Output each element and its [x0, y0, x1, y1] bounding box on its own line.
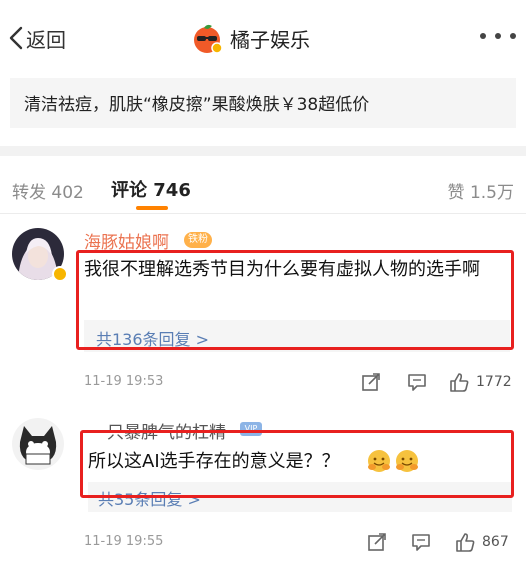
share-button[interactable]	[360, 370, 382, 394]
highlight-box	[76, 250, 514, 350]
tab-reposts[interactable]: 转发 402	[12, 178, 84, 203]
fan-badge-icon: 铁粉	[184, 232, 212, 248]
comment-icon	[408, 374, 426, 391]
tabs-divider	[0, 213, 526, 214]
share-icon	[362, 373, 380, 391]
thumbs-up-icon	[450, 373, 469, 392]
promo-text: 清洁祛痘，肌肤“橡皮擦”果酸焕肤￥38超低价	[24, 95, 370, 115]
like-count: 867	[482, 534, 509, 550]
share-icon	[368, 533, 386, 551]
thumbs-up-icon	[456, 533, 475, 552]
promo-card[interactable]: 清洁祛痘，肌肤“橡皮擦”果酸焕肤￥38超低价	[10, 78, 516, 128]
more-button[interactable]	[480, 26, 516, 46]
verified-badge-icon	[52, 266, 68, 282]
comment-button[interactable]	[410, 530, 432, 554]
page-title: 橘子娱乐	[230, 27, 310, 52]
avatar[interactable]	[12, 418, 64, 470]
comment-time: 11-19 19:53	[84, 374, 164, 389]
active-tab-indicator	[136, 206, 168, 210]
comment-button[interactable]	[406, 370, 428, 394]
user-avatar-image	[12, 418, 64, 470]
comment-time: 11-19 19:55	[84, 534, 164, 549]
back-label: 返回	[26, 27, 66, 52]
tab-bar: 转发 402 评论 746 赞 1.5万	[0, 156, 526, 214]
orange-logo-icon	[194, 24, 223, 54]
tab-likes[interactable]: 赞 1.5万	[448, 178, 514, 203]
more-dots-icon	[480, 33, 486, 39]
like-count: 1772	[476, 374, 512, 390]
top-nav: 返回 橘子娱乐	[0, 0, 526, 76]
tab-comments[interactable]: 评论 746	[111, 176, 191, 202]
highlight-box	[80, 430, 514, 498]
section-divider	[0, 146, 526, 156]
comment-icon	[412, 534, 430, 551]
like-button[interactable]: 1772	[448, 370, 512, 394]
account-title[interactable]: 橘子娱乐	[190, 20, 310, 56]
chevron-left-icon	[9, 26, 23, 50]
like-button[interactable]: 867	[454, 530, 509, 554]
share-button[interactable]	[366, 530, 388, 554]
back-button[interactable]: 返回	[8, 22, 66, 54]
